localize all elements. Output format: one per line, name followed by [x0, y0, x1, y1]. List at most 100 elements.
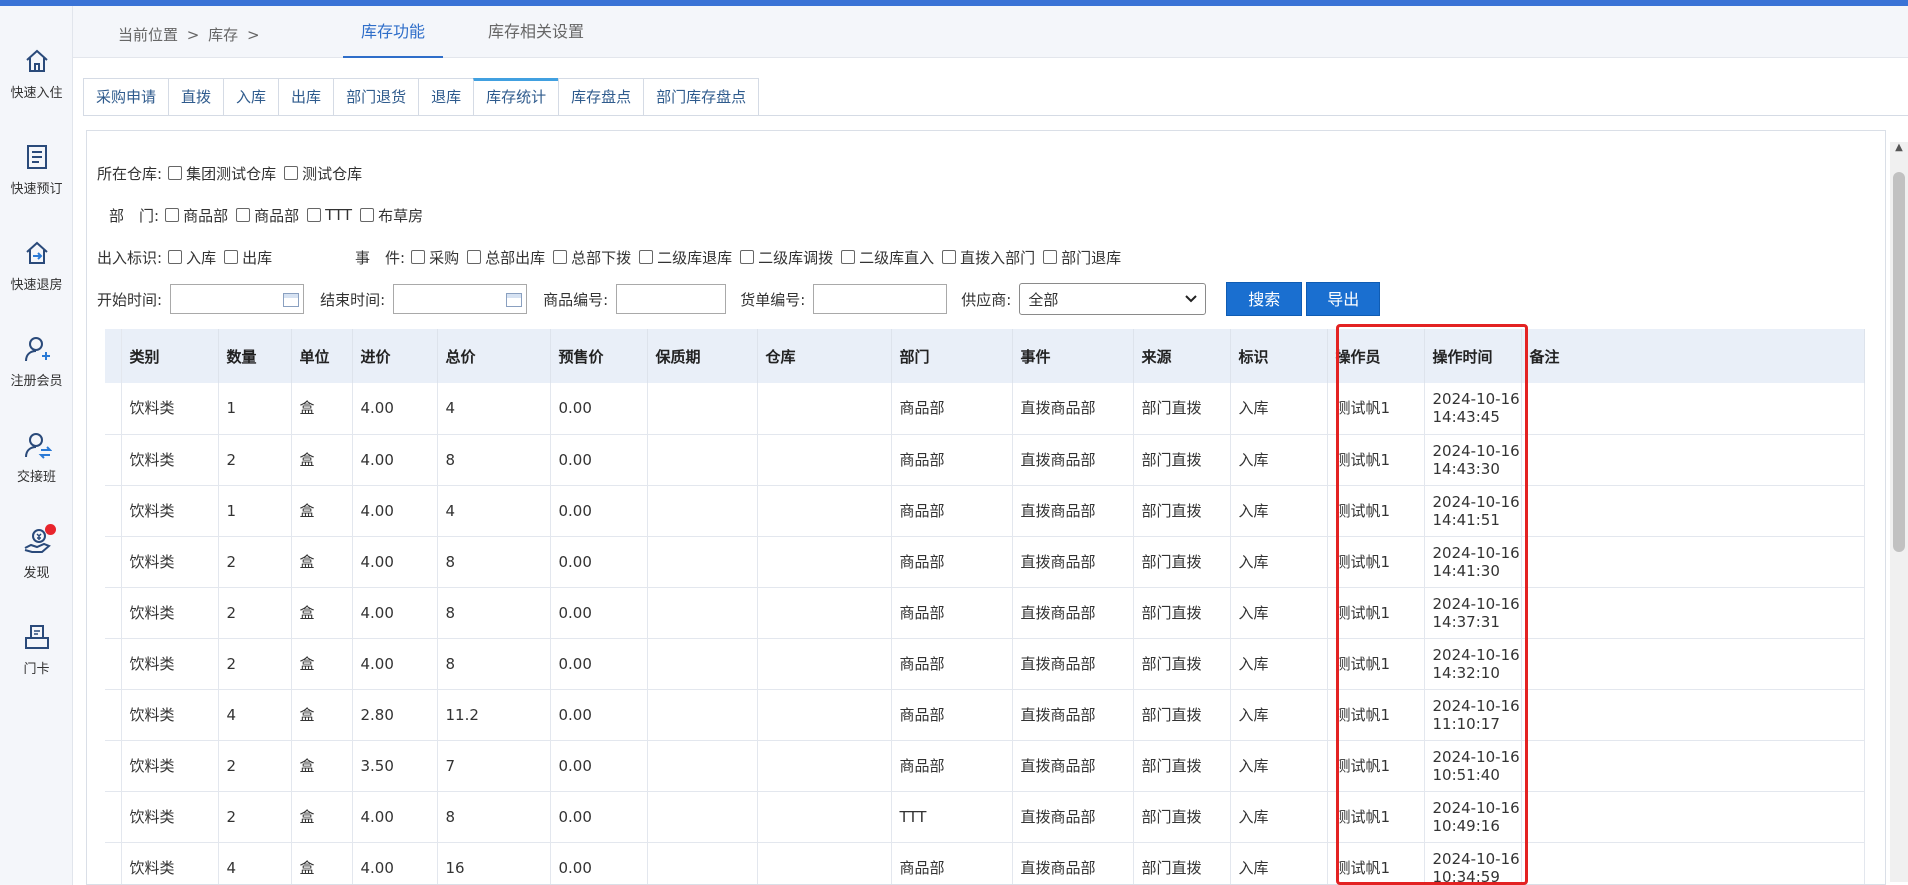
search-button[interactable]: 搜索	[1226, 282, 1303, 316]
checkbox[interactable]	[1043, 250, 1058, 264]
table-cell: 饮料类	[121, 485, 219, 537]
table-cell: 4	[218, 689, 292, 741]
checkbox[interactable]	[236, 208, 251, 222]
checkbox[interactable]	[942, 250, 957, 264]
tab-department-return[interactable]: 部门退货	[333, 78, 419, 116]
checkbox[interactable]	[165, 208, 180, 222]
sidebar-item-quick-checkout[interactable]: 快速退房	[0, 228, 73, 308]
table-row[interactable]: 饮料类 2 盒 4.00 8 0.00 商品部 直拨商品部 部门直拨 入库 测试帆1 2024-10-…	[105, 587, 1865, 639]
sidebar-item-door-card[interactable]: 门卡	[0, 612, 73, 692]
checkbox[interactable]	[168, 166, 183, 180]
tab-purchase-request[interactable]: 采购申请	[83, 78, 169, 116]
column-header[interactable]: 操作时间	[1424, 329, 1522, 383]
column-header[interactable]: 预售价	[550, 329, 648, 383]
tab-direct-transfer[interactable]: 直拨	[168, 78, 224, 116]
column-header[interactable]: 总价	[437, 329, 551, 383]
checkbox-option[interactable]: 商品部	[159, 205, 228, 226]
tab-return-stock[interactable]: 退库	[418, 78, 474, 116]
checkbox-option[interactable]: 采购	[405, 247, 459, 268]
column-header[interactable]: 部门	[891, 329, 1013, 383]
column-header[interactable]: 数量	[218, 329, 292, 383]
checkbox-option[interactable]: 集团测试仓库	[162, 163, 276, 184]
column-header[interactable]: 单位	[291, 329, 353, 383]
table-row[interactable]: 饮料类 2 盒 3.50 7 0.00 商品部 直拨商品部 部门直拨 入库 测试帆1 2024-10-…	[105, 740, 1865, 792]
checkbox-option[interactable]: 总部出库	[461, 247, 545, 268]
checkbox[interactable]	[639, 250, 654, 264]
tab-inventory-count[interactable]: 库存盘点	[558, 78, 644, 116]
checkbox-option[interactable]: 出库	[218, 247, 272, 268]
table-row[interactable]: 饮料类 4 盒 4.00 16 0.00 商品部 直拨商品部 部门直拨 入库 测试帆1 2024-10…	[105, 842, 1865, 884]
checkbox-option[interactable]: 商品部	[230, 205, 299, 226]
checkbox[interactable]	[360, 208, 375, 222]
column-header[interactable]: 备注	[1521, 329, 1865, 383]
table-row[interactable]: 饮料类 1 盒 4.00 4 0.00 商品部 直拨商品部 部门直拨 入库 测试帆1 2024-10-…	[105, 485, 1865, 537]
tab-department-inventory-count[interactable]: 部门库存盘点	[643, 78, 760, 116]
tab-inventory-statistics[interactable]: 库存统计	[473, 78, 559, 116]
breadcrumb-section[interactable]: 库存	[208, 26, 238, 44]
checkbox-option[interactable]: 二级库调拨	[734, 247, 833, 268]
table-cell: 入库	[1230, 485, 1328, 537]
table-cell: 直拨商品部	[1012, 485, 1134, 537]
checkbox-option[interactable]: 直拨入部门	[936, 247, 1035, 268]
checkbox[interactable]	[168, 250, 183, 264]
page-scrollbar[interactable]: ▲	[1890, 142, 1908, 882]
table-row[interactable]: 饮料类 1 盒 4.00 4 0.00 商品部 直拨商品部 部门直拨 入库 测试帆1 2024-10-…	[105, 383, 1865, 435]
sidebar-item-label: 快速预订	[10, 182, 63, 197]
end-time-input[interactable]	[393, 284, 528, 314]
checkbox-option[interactable]: 总部下拨	[547, 247, 631, 268]
tab-stock-out[interactable]: 出库	[278, 78, 334, 116]
checkbox-option[interactable]: 部门退库	[1037, 247, 1121, 268]
table-cell	[647, 842, 758, 884]
column-header[interactable]: 操作员	[1327, 329, 1425, 383]
table-row[interactable]: 饮料类 2 盒 4.00 8 0.00 商品部 直拨商品部 部门直拨 入库 测试帆1 2024-10-…	[105, 536, 1865, 588]
checkbox-option[interactable]: 测试仓库	[278, 163, 362, 184]
column-header[interactable]: 进价	[352, 329, 438, 383]
column-header[interactable]: 来源	[1133, 329, 1231, 383]
sidebar-item-quick-checkin[interactable]: 快速入住	[0, 36, 73, 116]
bill-no-input[interactable]	[813, 284, 948, 314]
column-header[interactable]: 保质期	[647, 329, 758, 383]
calendar-icon[interactable]	[506, 293, 523, 307]
column-header[interactable]: 仓库	[757, 329, 892, 383]
tab-stock-in[interactable]: 入库	[223, 78, 279, 116]
scroll-up-arrow-icon[interactable]: ▲	[1890, 142, 1908, 158]
start-time-input[interactable]	[170, 284, 305, 314]
table-cell: 商品部	[891, 434, 1013, 486]
checkbox[interactable]	[284, 166, 299, 180]
table-row[interactable]: 饮料类 2 盒 4.00 8 0.00 商品部 直拨商品部 部门直拨 入库 测试帆1 2024-10-…	[105, 638, 1865, 690]
checkbox[interactable]	[224, 250, 239, 264]
filter-io-flag: 出入标识: 入库 出库	[97, 243, 274, 271]
calendar-icon[interactable]	[283, 293, 300, 307]
column-header[interactable]: 标识	[1230, 329, 1328, 383]
checkbox[interactable]	[411, 250, 426, 264]
scrollbar-thumb[interactable]	[1893, 172, 1905, 552]
checkbox[interactable]	[841, 250, 856, 264]
table-cell: 盒	[291, 689, 353, 741]
table-row[interactable]: 饮料类 4 盒 2.80 11.2 0.00 商品部 直拨商品部 部门直拨 入库 测试帆1 2024-…	[105, 689, 1865, 741]
table-cell: 4.00	[352, 536, 438, 588]
checkbox[interactable]	[553, 250, 568, 264]
tab-inventory-settings[interactable]: 库存相关设置	[470, 6, 602, 58]
checkbox-option[interactable]: TTT	[301, 206, 352, 224]
checkbox-option[interactable]: 布草房	[354, 205, 423, 226]
supplier-select[interactable]: 全部	[1019, 283, 1207, 315]
sidebar-item-discover[interactable]: 发现	[0, 516, 73, 596]
table-cell	[1521, 587, 1865, 639]
tab-inventory-functions[interactable]: 库存功能	[343, 6, 444, 58]
product-no-input[interactable]	[616, 284, 727, 314]
column-header[interactable]: 类别	[121, 329, 219, 383]
table-cell	[757, 638, 892, 690]
checkbox-option[interactable]: 二级库退库	[633, 247, 732, 268]
checkbox[interactable]	[740, 250, 755, 264]
checkbox-option[interactable]: 二级库直入	[835, 247, 934, 268]
table-row[interactable]: 饮料类 2 盒 4.00 8 0.00 商品部 直拨商品部 部门直拨 入库 测试帆1 2024-10-…	[105, 434, 1865, 486]
sidebar-item-quick-booking[interactable]: 快速预订	[0, 132, 73, 212]
sidebar-item-shift-handover[interactable]: 交接班	[0, 420, 73, 500]
checkbox[interactable]	[307, 208, 322, 222]
column-header[interactable]: 事件	[1012, 329, 1134, 383]
table-row[interactable]: 饮料类 2 盒 4.00 8 0.00 TTT 直拨商品部 部门直拨 入库 测试帆1 2024-10-…	[105, 791, 1865, 843]
checkbox-option[interactable]: 入库	[162, 247, 216, 268]
sidebar-item-register-member[interactable]: 注册会员	[0, 324, 73, 404]
export-button[interactable]: 导出	[1306, 282, 1381, 316]
checkbox[interactable]	[467, 250, 482, 264]
